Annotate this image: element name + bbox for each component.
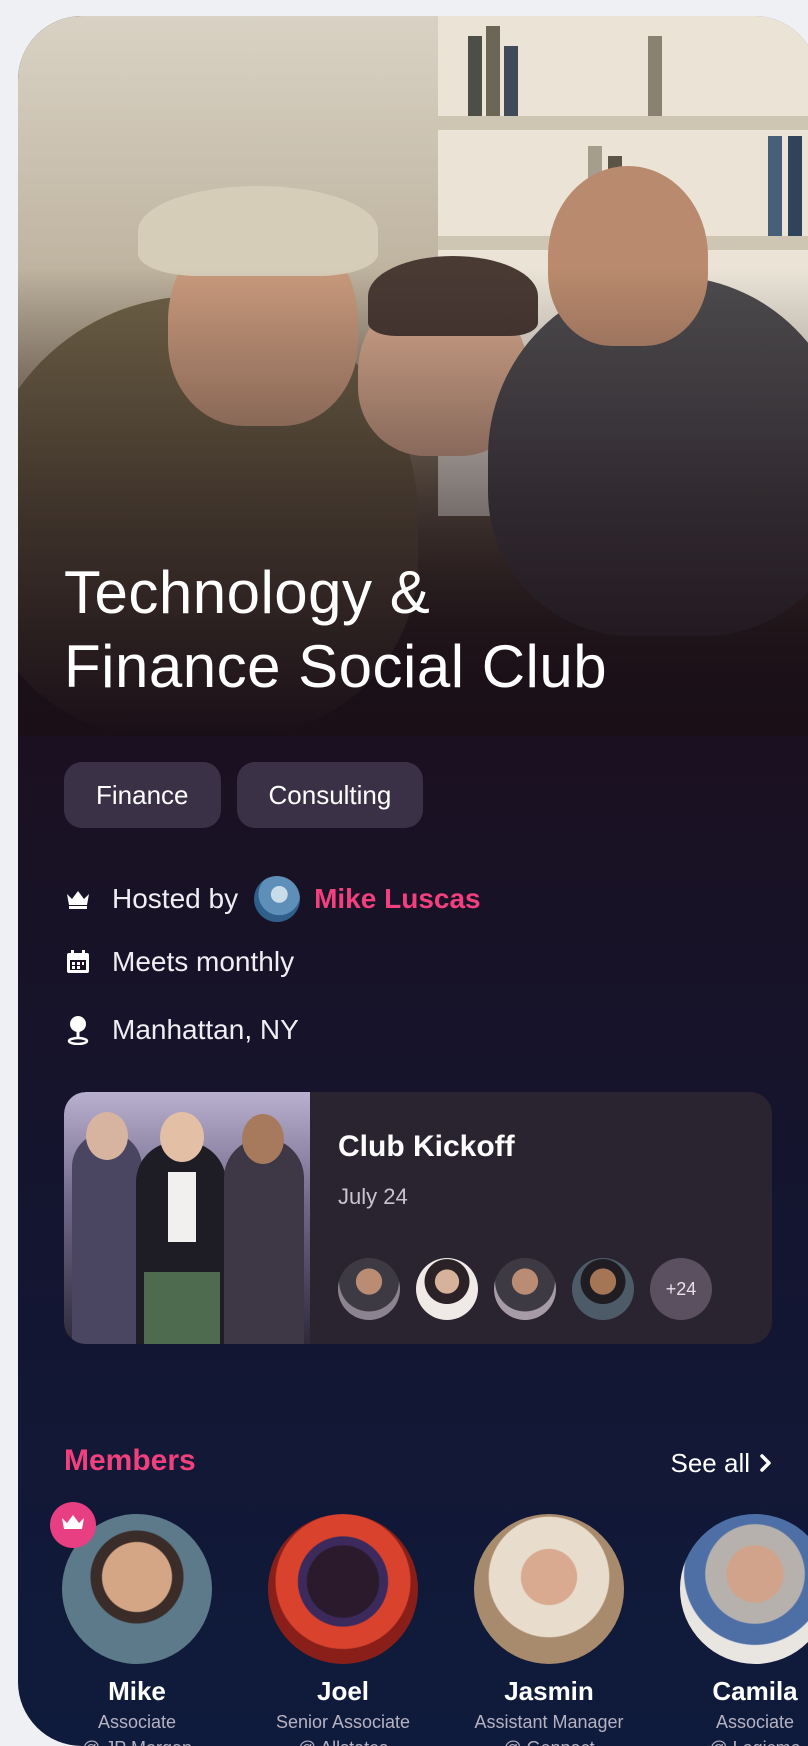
- location-row: Manhattan, NY: [64, 1014, 299, 1046]
- crown-icon: [60, 1513, 86, 1538]
- crown-icon: [64, 885, 92, 913]
- hosted-by-row: Hosted by Mike Luscas: [64, 876, 481, 922]
- calendar-icon: [64, 948, 92, 976]
- attendee-avatar: [416, 1258, 478, 1320]
- attendee-avatar: [572, 1258, 634, 1320]
- attendee-avatar: [338, 1258, 400, 1320]
- member-company: @ Logicmo: [650, 1737, 808, 1746]
- member-company: @ JP Morgan: [32, 1737, 242, 1746]
- club-title-line2: Finance Social Club: [64, 633, 608, 700]
- event-title: Club Kickoff: [338, 1130, 515, 1163]
- schedule-row: Meets monthly: [64, 946, 294, 978]
- members-section-title: Members: [64, 1444, 196, 1477]
- event-attendees[interactable]: +24: [338, 1258, 712, 1320]
- see-all-label: See all: [670, 1448, 751, 1478]
- member-company: @ Genpact: [444, 1737, 654, 1746]
- location-text: Manhattan, NY: [112, 1014, 299, 1045]
- member-avatar: [268, 1514, 418, 1664]
- see-all-members-link[interactable]: See all: [671, 1448, 773, 1479]
- club-title: Technology & Finance Social Club: [64, 556, 784, 704]
- tag-consulting[interactable]: Consulting: [236, 762, 424, 828]
- hosted-by-label: Hosted by: [112, 883, 239, 914]
- member-role: Senior Associate: [275, 1712, 411, 1732]
- event-card[interactable]: Club Kickoff July 24 +24: [64, 1092, 772, 1344]
- owner-badge: [50, 1502, 96, 1548]
- event-photo: [64, 1092, 310, 1344]
- member-role: Assistant Manager: [474, 1712, 624, 1732]
- schedule-text: Meets monthly: [112, 946, 295, 977]
- club-detail-screen: Technology & Finance Social Club Finance…: [18, 16, 808, 1746]
- attendee-avatar: [494, 1258, 556, 1320]
- member-card[interactable]: Joel Senior Associate @ Allstates: [238, 1514, 448, 1746]
- more-attendees-count[interactable]: +24: [650, 1258, 712, 1320]
- member-name: Mike: [108, 1676, 166, 1706]
- member-avatar: [50, 1502, 212, 1664]
- club-tags: Finance Consulting: [64, 762, 424, 828]
- member-card[interactable]: Mike Associate @ JP Morgan: [32, 1502, 242, 1746]
- event-date: July 24: [338, 1184, 408, 1209]
- member-name: Joel: [316, 1676, 370, 1706]
- member-avatar: [680, 1514, 808, 1664]
- member-avatar: [474, 1514, 624, 1664]
- member-company: @ Allstates: [238, 1737, 448, 1746]
- host-name-link[interactable]: Mike Luscas: [314, 883, 481, 915]
- club-title-line1: Technology &: [64, 559, 431, 626]
- host-avatar[interactable]: [254, 876, 301, 922]
- member-name: Jasmin: [504, 1676, 594, 1706]
- tag-finance[interactable]: Finance: [64, 762, 221, 828]
- chevron-right-icon: [760, 1448, 772, 1479]
- map-pin-icon: [64, 1016, 92, 1045]
- member-card[interactable]: Camila Associate @ Logicmo: [650, 1514, 808, 1746]
- member-role: Associate: [97, 1712, 177, 1732]
- member-card[interactable]: Jasmin Assistant Manager @ Genpact: [444, 1514, 654, 1746]
- member-name: Camila: [712, 1676, 798, 1706]
- member-role: Associate: [715, 1712, 795, 1732]
